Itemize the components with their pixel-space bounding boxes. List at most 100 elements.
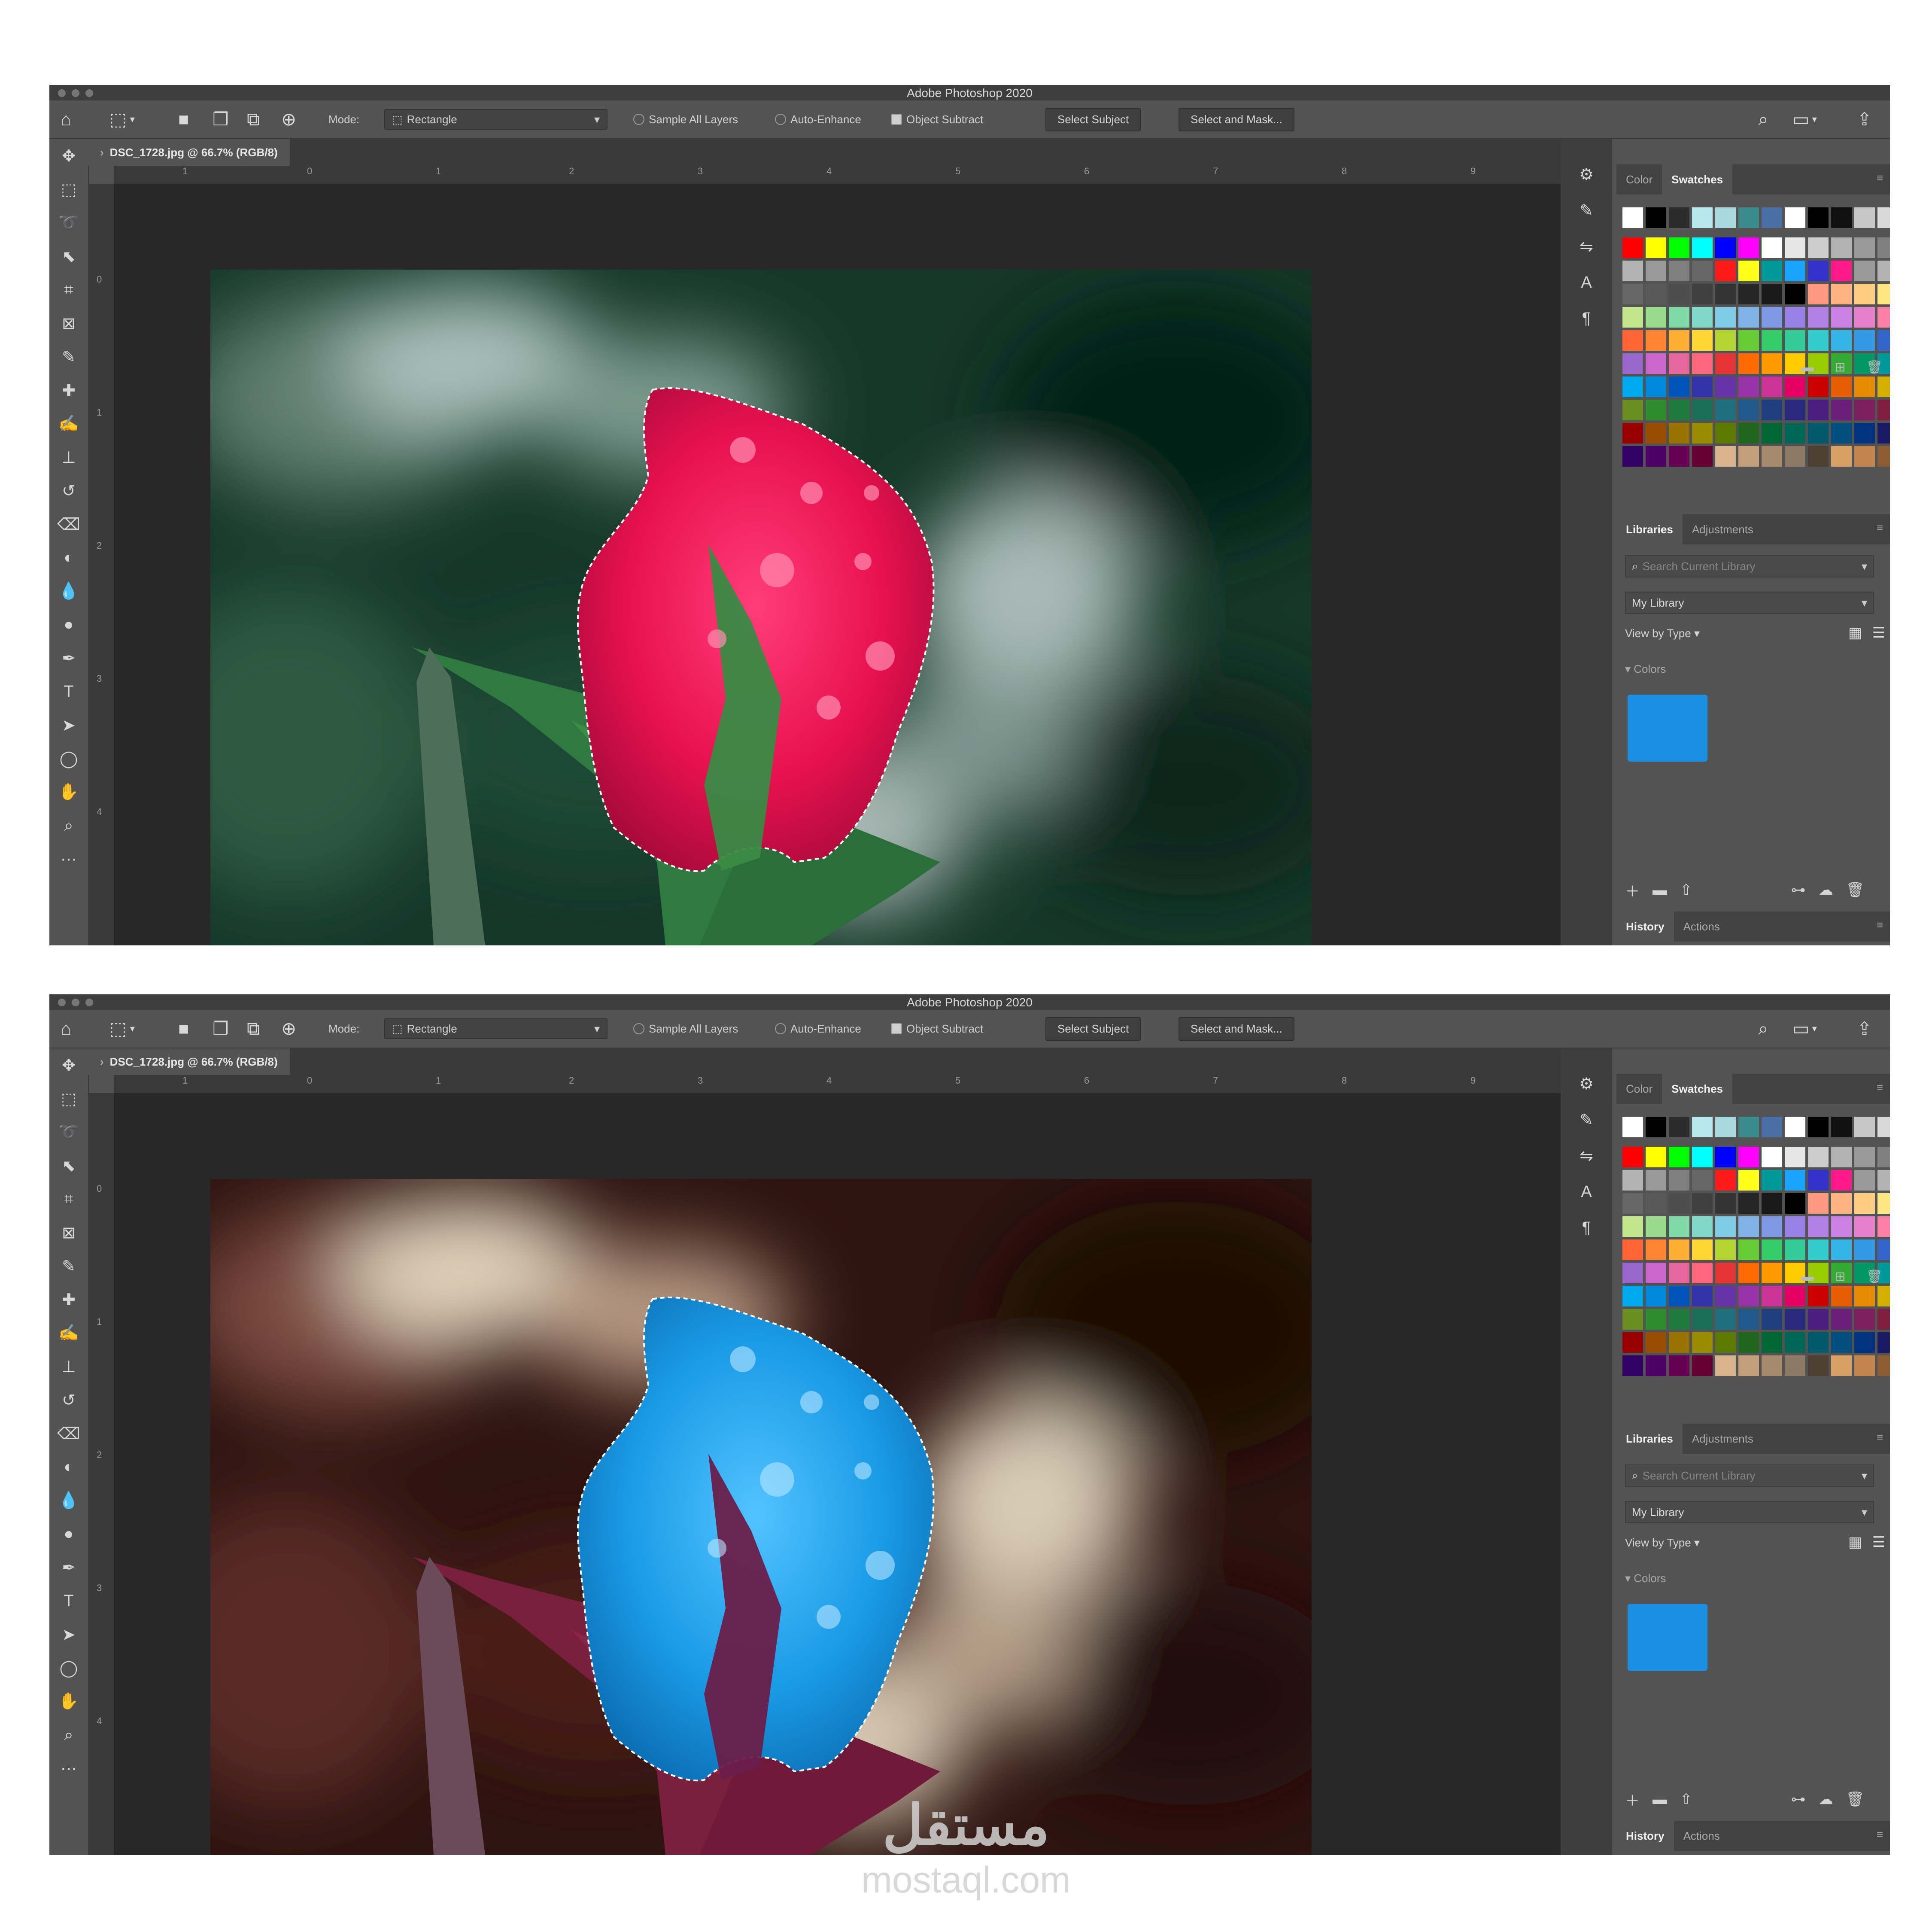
shape-tool-icon[interactable]: ◯ — [49, 1651, 88, 1685]
new-selection-icon[interactable]: ■ — [178, 1020, 189, 1038]
color-swatch[interactable] — [1669, 1263, 1689, 1283]
library-select[interactable]: My Library ▾ — [1625, 592, 1874, 614]
move-tool-icon[interactable]: ✥ — [49, 139, 88, 173]
new-swatch-icon[interactable]: ⊞ — [1835, 360, 1845, 374]
library-select[interactable]: My Library ▾ — [1625, 1501, 1874, 1523]
color-swatch[interactable] — [1785, 237, 1805, 258]
color-swatch[interactable] — [1669, 377, 1689, 397]
color-swatch[interactable] — [1738, 1286, 1759, 1306]
lasso-tool-icon[interactable]: ➰ — [49, 206, 88, 240]
eyedropper-tool-icon[interactable]: ✎ — [49, 340, 88, 374]
subtract-from-selection-icon[interactable]: ⧉ — [247, 1020, 260, 1038]
color-swatch[interactable] — [1762, 1286, 1782, 1306]
color-swatch[interactable] — [1692, 307, 1713, 328]
color-swatch[interactable] — [1877, 1117, 1890, 1137]
color-swatch[interactable] — [1831, 1117, 1852, 1137]
color-swatch[interactable] — [1854, 1216, 1875, 1237]
shape-tool-icon[interactable]: ◯ — [49, 742, 88, 775]
history-brush-icon[interactable]: ↺ — [49, 474, 88, 507]
color-swatch[interactable] — [1622, 1216, 1643, 1237]
color-swatch[interactable] — [1785, 1309, 1805, 1330]
color-swatch[interactable] — [1762, 1263, 1782, 1283]
color-swatch[interactable] — [1622, 1355, 1643, 1376]
color-swatch[interactable] — [1646, 1263, 1666, 1283]
document-tab[interactable]: › DSC_1728.jpg @ 66.7% (RGB/8) — [88, 139, 290, 166]
color-swatch[interactable] — [1738, 1216, 1759, 1237]
color-swatch[interactable] — [1785, 1355, 1805, 1376]
color-swatch[interactable] — [1738, 1193, 1759, 1214]
color-swatch[interactable] — [1831, 1286, 1852, 1306]
color-swatch[interactable] — [1669, 261, 1689, 281]
trash-icon[interactable]: 🗑 — [1866, 360, 1883, 374]
color-swatch[interactable] — [1808, 330, 1829, 351]
color-swatch[interactable] — [1808, 446, 1829, 467]
color-swatch[interactable] — [1738, 284, 1759, 304]
color-swatch[interactable] — [1715, 423, 1736, 444]
color-swatch[interactable] — [1808, 237, 1829, 258]
color-swatch[interactable] — [1622, 1263, 1643, 1283]
character-icon[interactable]: A — [1561, 264, 1612, 301]
color-swatch[interactable] — [1646, 1193, 1666, 1214]
color-swatch[interactable] — [1692, 284, 1713, 304]
color-swatch[interactable] — [1715, 1117, 1736, 1137]
color-swatch[interactable] — [1669, 207, 1689, 228]
object-subtract-checkbox[interactable]: Object Subtract — [891, 1010, 983, 1048]
color-swatch[interactable] — [1854, 330, 1875, 351]
panel-menu-icon[interactable]: ≡ — [1877, 171, 1883, 185]
color-swatch[interactable] — [1715, 284, 1736, 304]
color-swatch[interactable] — [1669, 1239, 1689, 1260]
healing-brush-icon[interactable]: ✚ — [49, 374, 88, 407]
color-swatch[interactable] — [1877, 284, 1890, 304]
color-swatch[interactable] — [1738, 423, 1759, 444]
adjust-icon[interactable]: ⇋ — [1561, 1138, 1612, 1174]
character-icon[interactable]: A — [1561, 1174, 1612, 1210]
color-swatch[interactable] — [1738, 1117, 1759, 1137]
color-swatch[interactable] — [1692, 353, 1713, 374]
color-swatch[interactable] — [1646, 1332, 1666, 1353]
color-swatch[interactable] — [1669, 284, 1689, 304]
color-swatch[interactable] — [1715, 330, 1736, 351]
color-swatch[interactable] — [1854, 1147, 1875, 1167]
object-subtract-checkbox[interactable]: Object Subtract — [891, 100, 983, 138]
dodge-tool-icon[interactable]: ● — [49, 1517, 88, 1551]
color-swatch[interactable] — [1692, 1147, 1713, 1167]
tab-libraries[interactable]: Libraries — [1616, 1424, 1683, 1454]
color-swatch[interactable] — [1715, 1309, 1736, 1330]
color-swatch[interactable] — [1831, 1147, 1852, 1167]
color-swatch[interactable] — [1808, 1332, 1829, 1353]
color-swatch[interactable] — [1762, 1170, 1782, 1191]
library-color-swatch[interactable] — [1628, 1604, 1707, 1671]
color-swatch[interactable] — [1831, 377, 1852, 397]
color-swatch[interactable] — [1854, 1355, 1875, 1376]
color-swatch[interactable] — [1808, 1286, 1829, 1306]
auto-enhance-checkbox[interactable]: Auto-Enhance — [775, 1010, 861, 1048]
chevron-down-icon[interactable]: ▾ — [1812, 115, 1817, 124]
color-swatch[interactable] — [1715, 307, 1736, 328]
color-swatch[interactable] — [1692, 377, 1713, 397]
color-swatch[interactable] — [1762, 330, 1782, 351]
color-swatch[interactable] — [1669, 1286, 1689, 1306]
more-tools-icon[interactable]: ⋯ — [49, 1752, 88, 1785]
color-swatch[interactable] — [1622, 207, 1643, 228]
color-swatch[interactable] — [1622, 1117, 1643, 1137]
color-swatch[interactable] — [1831, 1239, 1852, 1260]
intersect-selection-icon[interactable]: ⊕ — [281, 1020, 296, 1038]
color-swatch[interactable] — [1854, 237, 1875, 258]
color-swatch[interactable] — [1831, 400, 1852, 420]
color-swatch[interactable] — [1622, 446, 1643, 467]
workspace-icon[interactable]: ▭ — [1792, 110, 1810, 128]
paragraph-icon[interactable]: ¶ — [1561, 301, 1612, 337]
auto-enhance-checkbox[interactable]: Auto-Enhance — [775, 100, 861, 138]
color-swatch[interactable] — [1622, 330, 1643, 351]
color-swatch[interactable] — [1762, 1117, 1782, 1137]
color-swatch[interactable] — [1877, 307, 1890, 328]
color-swatch[interactable] — [1808, 1193, 1829, 1214]
type-tool-icon[interactable]: T — [49, 1584, 88, 1618]
sample-all-layers-checkbox[interactable]: Sample All Layers — [633, 100, 738, 138]
color-swatch[interactable] — [1831, 207, 1852, 228]
color-swatch[interactable] — [1854, 400, 1875, 420]
color-swatch[interactable] — [1877, 400, 1890, 420]
color-swatch[interactable] — [1785, 1117, 1805, 1137]
color-swatch[interactable] — [1622, 1170, 1643, 1191]
color-swatch[interactable] — [1715, 377, 1736, 397]
